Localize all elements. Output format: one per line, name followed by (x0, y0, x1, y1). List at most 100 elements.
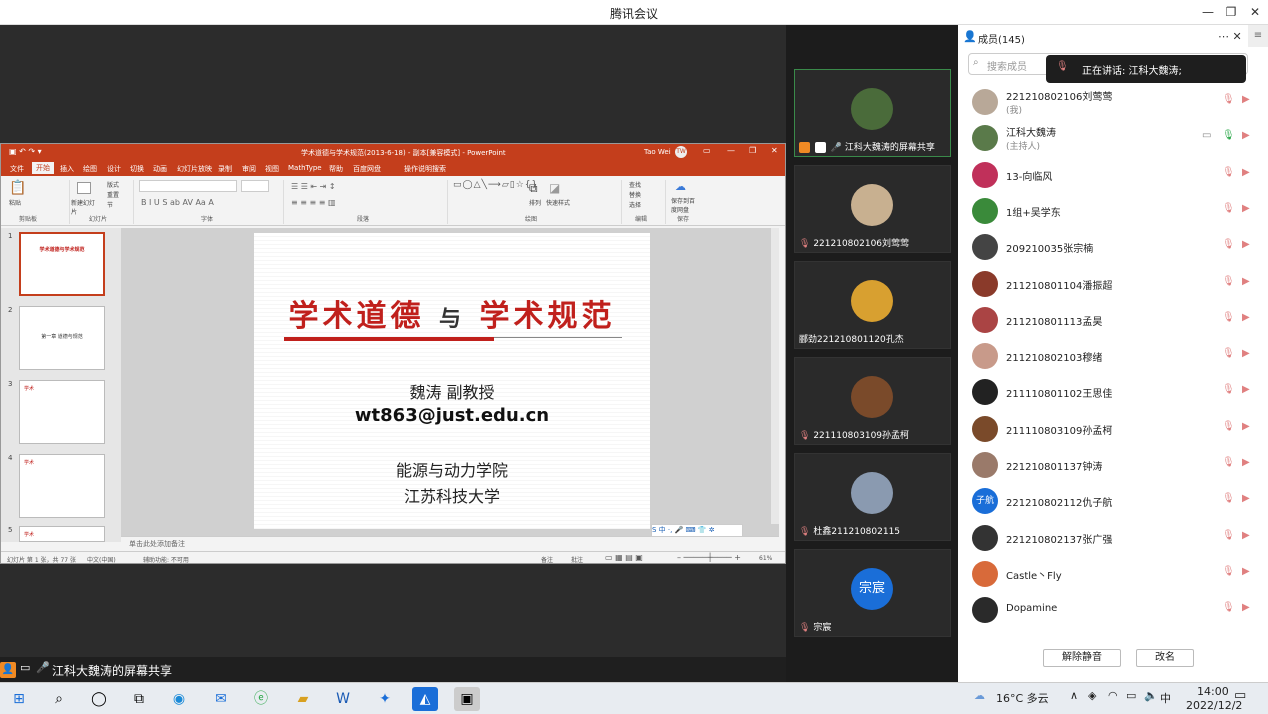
camera-off-icon[interactable]: ▶ (1242, 602, 1250, 613)
mic-muted-icon[interactable]: 🎙 (1222, 167, 1235, 178)
video-tile-4[interactable]: 🎙 221110803109孙孟柯 (794, 357, 951, 445)
slide-editing-area[interactable]: 学术道德 与 学术规范 魏涛 副教授 wt863@just.edu.cn 能源与… (121, 228, 779, 542)
powerpoint-taskbar-icon[interactable]: ▣ (454, 687, 480, 711)
font-format-buttons[interactable]: B I U S ab AV Aa A (141, 198, 214, 207)
cortana-icon[interactable]: ◯ (86, 687, 112, 711)
tab-home[interactable]: 开始 (32, 162, 54, 174)
ppt-minimize-button[interactable]: — (727, 146, 735, 155)
mic-muted-icon[interactable]: 🎙 (1222, 203, 1235, 214)
member-row[interactable]: 211210802103穆绪 🎙 ▶ (972, 340, 1262, 372)
member-row[interactable]: 子航 221210802112仇子航 🎙 ▶ (972, 485, 1262, 517)
comments-button[interactable]: 批注 (571, 555, 583, 563)
browser-icon[interactable]: ⓔ (248, 687, 274, 711)
file-explorer-icon[interactable]: ▰ (290, 687, 316, 711)
panel-menu-icon[interactable]: ≡ (1248, 25, 1268, 47)
wifi-icon[interactable]: ◠ (1108, 689, 1118, 702)
video-tile-6[interactable]: 宗宸 🎙 宗宸 (794, 549, 951, 637)
paste-label[interactable]: 粘贴 (9, 198, 21, 207)
member-row[interactable]: 211110801102王思佳 🎙 ▶ (972, 376, 1262, 408)
member-row[interactable]: 221210802137张广强 🎙 ▶ (972, 522, 1262, 554)
mail-icon[interactable]: ✉ (208, 687, 234, 711)
close-button[interactable]: ✕ (1240, 3, 1268, 21)
slide-thumbnails-pane[interactable]: 1 学术道德与学术规范 2 第一章 道德与规范 3 学术 4 学术 5 学术 (1, 228, 121, 542)
video-tile-1[interactable]: 🎤 江科大魏涛的屏幕共享 (794, 69, 951, 157)
member-row[interactable]: Dopamine 🎙 ▶ (972, 594, 1262, 626)
tab-draw[interactable]: 绘图 (83, 164, 97, 174)
video-tile-5[interactable]: 🎙 杜鑫211210802115 (794, 453, 951, 541)
mic-icon[interactable]: 🎙 (1222, 130, 1235, 141)
tab-review[interactable]: 审阅 (242, 164, 256, 174)
slide-thumbnail-1[interactable]: 学术道德与学术规范 (19, 232, 105, 296)
weather-icon[interactable]: ☁ (974, 689, 985, 702)
reset-button[interactable]: 重置 (107, 190, 119, 199)
camera-off-icon[interactable]: ▶ (1242, 530, 1250, 541)
camera-off-icon[interactable]: ▶ (1242, 493, 1250, 504)
ribbon-display-icon[interactable]: ▭ (703, 146, 711, 155)
slide-thumbnail-4[interactable]: 学术 (19, 454, 105, 518)
weather-text[interactable]: 16°C 多云 (996, 690, 1049, 706)
arrange-icon[interactable]: ⧉ (529, 181, 538, 196)
camera-off-icon[interactable]: ▶ (1242, 384, 1250, 395)
current-slide[interactable]: 学术道德 与 学术规范 魏涛 副教授 wt863@just.edu.cn 能源与… (254, 233, 650, 529)
mic-muted-icon[interactable]: 🎙 (1222, 493, 1235, 504)
font-size-select[interactable] (241, 180, 269, 192)
camera-off-icon[interactable]: ▶ (1242, 566, 1250, 577)
ppt-close-button[interactable]: ✕ (771, 146, 778, 155)
tab-view[interactable]: 视图 (265, 164, 279, 174)
volume-icon[interactable]: 🔈 (1144, 689, 1158, 702)
camera-off-icon[interactable]: ▶ (1242, 457, 1250, 468)
ppt-restore-button[interactable]: ❐ (749, 146, 756, 155)
tab-record[interactable]: 录制 (218, 164, 232, 174)
zoom-slider[interactable]: – ─────┼──── + (677, 553, 741, 562)
font-name-select[interactable] (139, 180, 237, 192)
task-view-icon[interactable]: ⧉ (126, 687, 152, 711)
paragraph-buttons[interactable]: ☰ ☰ ⇤ ⇥ ↕ (291, 182, 336, 191)
notes-pane[interactable]: 单击此处添加备注 (121, 536, 779, 550)
unmute-all-button[interactable]: 解除静音 (1043, 649, 1121, 667)
member-row[interactable]: 221210801137钟涛 🎙 ▶ (972, 449, 1262, 481)
mic-muted-icon[interactable]: 🎙 (1222, 566, 1235, 577)
clock-time[interactable]: 14:00 (1197, 685, 1229, 698)
quick-access-icons[interactable]: ▣ ↶ ↷ ▾ (9, 147, 42, 156)
member-row[interactable]: 1组+吴学东 🎙 ▶ (972, 195, 1262, 227)
member-row[interactable]: 209210035张宗楠 🎙 ▶ (972, 231, 1262, 263)
notification-icon[interactable]: ▭ (1234, 688, 1246, 703)
tab-file[interactable]: 文件 (10, 164, 24, 174)
view-buttons[interactable]: ▭ ▦ ▤ ▣ (605, 553, 643, 562)
rename-button[interactable]: 改名 (1136, 649, 1194, 667)
search-icon[interactable]: ⌕ (46, 687, 72, 711)
camera-off-icon[interactable]: ▶ (1242, 130, 1250, 141)
member-row[interactable]: 211210801113孟昊 🎙 ▶ (972, 304, 1262, 336)
camera-off-icon[interactable]: ▶ (1242, 167, 1250, 178)
tencent-meeting-icon[interactable]: ◭ (412, 687, 438, 711)
app-icon[interactable]: ✦ (372, 687, 398, 711)
baidu-cloud-icon[interactable]: ☁ (675, 180, 686, 193)
zoom-level[interactable]: 61% (759, 555, 772, 562)
mic-muted-icon[interactable]: 🎙 (1222, 348, 1235, 359)
camera-off-icon[interactable]: ▶ (1242, 421, 1250, 432)
camera-off-icon[interactable]: ▶ (1242, 239, 1250, 250)
save-baidu-label[interactable]: 保存到百度网盘 (671, 196, 697, 214)
member-row[interactable]: 221210802106刘莺莺 (我) 🎙 ▶ (972, 86, 1262, 118)
tab-help[interactable]: 帮助 (329, 164, 343, 174)
camera-off-icon[interactable]: ▶ (1242, 203, 1250, 214)
tell-me-search[interactable]: 操作说明搜索 (404, 164, 446, 174)
more-icon[interactable]: ⋯ (1218, 30, 1229, 43)
user-avatar[interactable]: TW (675, 146, 687, 158)
mic-muted-icon[interactable]: 🎙 (1222, 312, 1235, 323)
slide-thumbnail-2[interactable]: 第一章 道德与规范 (19, 306, 105, 370)
member-row[interactable]: Castle丶Fly 🎙 ▶ (972, 558, 1262, 590)
tray-expand-icon[interactable]: ∧ (1070, 689, 1078, 702)
find-button[interactable]: 查找 (629, 180, 641, 189)
start-icon[interactable]: ⊞ (6, 687, 32, 711)
tab-mathtype[interactable]: MathType (288, 164, 322, 172)
tab-design[interactable]: 设计 (107, 164, 121, 174)
tray-app-icon[interactable]: ◈ (1088, 689, 1096, 702)
member-row[interactable]: 211110803109孙孟柯 🎙 ▶ (972, 413, 1262, 445)
mic-muted-icon[interactable]: 🎙 (1222, 457, 1235, 468)
new-slide-icon[interactable] (77, 182, 91, 194)
battery-icon[interactable]: ▭ (1126, 689, 1136, 702)
edge-icon[interactable]: ◉ (166, 687, 192, 711)
shapes-gallery[interactable]: ▭◯△╲⟶▱▯☆{} (453, 180, 538, 190)
close-panel-icon[interactable]: ✕ (1233, 30, 1242, 43)
